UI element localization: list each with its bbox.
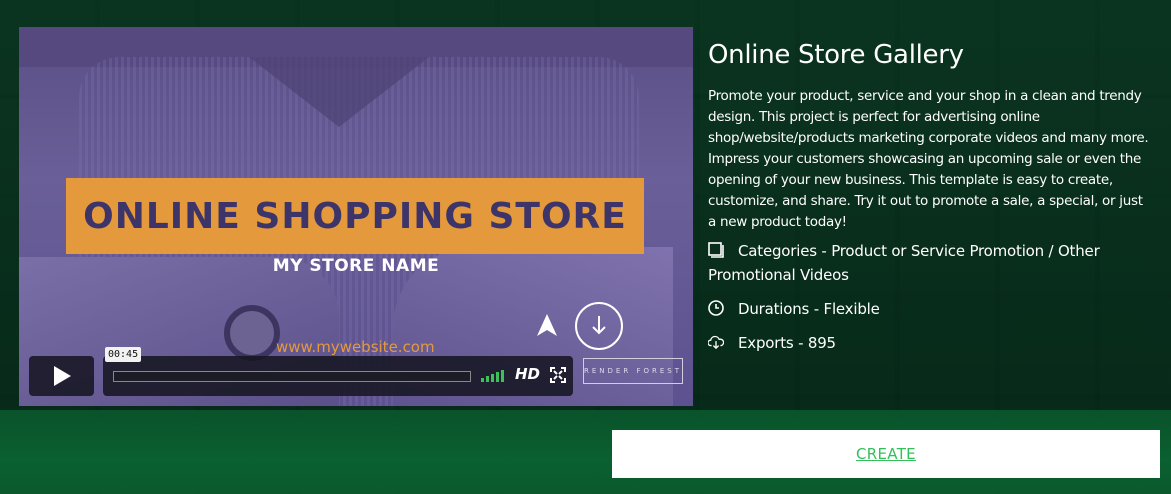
hd-quality-toggle[interactable]: HD	[515, 365, 540, 383]
video-scrubber[interactable]: HD	[103, 356, 573, 396]
video-banner-title: ONLINE SHOPPING STORE	[83, 195, 627, 237]
fullscreen-icon[interactable]	[550, 367, 566, 383]
copy-icon	[708, 242, 724, 258]
play-button[interactable]	[29, 356, 94, 396]
durations-row: Durations - Flexible	[708, 297, 1153, 321]
video-controls: HD 00:45 RENDER FOREST	[29, 347, 693, 398]
progress-bar[interactable]	[113, 371, 471, 382]
watch-image	[224, 305, 280, 361]
video-title-banner: ONLINE SHOPPING STORE	[66, 178, 644, 254]
cloud-download-icon	[708, 335, 724, 350]
play-icon	[53, 366, 71, 386]
volume-control[interactable]	[481, 370, 504, 382]
page-title: Online Store Gallery	[708, 40, 964, 70]
download-arrow-icon	[575, 302, 623, 350]
categories-row: Categories - Product or Service Promotio…	[708, 239, 1153, 287]
create-button[interactable]: CREATE	[612, 430, 1160, 478]
template-description: Promote your product, service and your s…	[708, 88, 1149, 230]
logo-text: RENDER FOREST	[584, 367, 682, 375]
template-info: Online Store Gallery Promote your produc…	[708, 40, 1153, 355]
exports-text: Exports - 895	[738, 334, 836, 352]
video-store-name: MY STORE NAME	[272, 256, 440, 276]
clock-icon	[708, 300, 724, 316]
video-player[interactable]: ONLINE SHOPPING STORE MY STORE NAME www.…	[19, 27, 693, 406]
exports-row: Exports - 895	[708, 331, 1153, 355]
renderforest-logo[interactable]: RENDER FOREST	[583, 358, 683, 384]
time-tooltip: 00:45	[105, 347, 142, 362]
navigation-arrow-icon	[537, 314, 557, 336]
video-website-text: www.mywebsite.com	[276, 338, 435, 356]
create-button-label: CREATE	[856, 445, 916, 463]
durations-text: Durations - Flexible	[738, 300, 880, 318]
categories-text: Categories - Product or Service Promotio…	[708, 242, 1100, 284]
